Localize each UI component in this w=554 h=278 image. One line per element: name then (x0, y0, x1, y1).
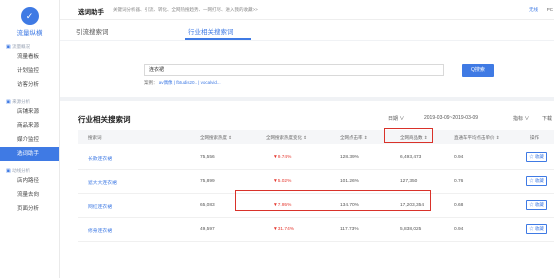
tab-traffic-keywords[interactable]: 引流搜索词 (76, 26, 109, 36)
goods-cell: 127,350 (400, 179, 418, 184)
sidebar-item[interactable]: 媒介监控 (0, 133, 59, 147)
sidebar-item[interactable]: 商品来源 (0, 119, 59, 133)
active-tab-indicator (185, 38, 251, 40)
col-heat-change[interactable]: 全网搜索热度变化 ⇕ (266, 135, 307, 141)
page-subtitle[interactable]: 关键词分析器、引流、转化、全网热搜趋势、一网打尽、进入我的收藏>> (113, 7, 258, 13)
ctr-cell: 117.73% (340, 227, 359, 232)
date-select[interactable]: 日期 ∨ (388, 115, 404, 122)
app-logo-icon[interactable]: ✓ (20, 7, 39, 25)
sidebar-group-label: 流量概况 (12, 44, 31, 49)
goods-cell: 6,493,473 (400, 155, 422, 160)
col-keyword: 搜索词 (88, 135, 102, 140)
col-search-heat[interactable]: 全网搜索热度 ⇕ (200, 135, 232, 141)
keyword-cell[interactable]: 修身连衣裙 (88, 227, 112, 234)
col-ctr[interactable]: 全网点击率 ⇕ (340, 135, 368, 141)
sidebar: ✓ 流量纵横 ▣ 流量概况 流量看板 计划监控 访客分析 ▣ 来源分析 店铺来源 商品来源媒… (0, 0, 60, 278)
keyword-cell[interactable]: 遮大大连衣裙 (88, 179, 117, 186)
sidebar-item[interactable]: 流量看板 (0, 50, 59, 64)
top-bar: 选词助手 关键词分析器、引流、转化、全网热搜趋势、一网打尽、进入我的收藏>> 无… (60, 0, 554, 20)
keyword-cell[interactable]: 长款连衣裙 (88, 155, 112, 162)
sidebar-item[interactable]: 选词助手 (0, 147, 59, 161)
change-cell: ▼9.74% (273, 155, 292, 160)
sidebar-item[interactable]: 访客分析 (0, 78, 59, 92)
search-input[interactable]: 连衣裙 (144, 64, 444, 76)
heat-cell: 75,899 (200, 179, 215, 184)
sidebar-item[interactable]: 店铺来源 (0, 105, 59, 119)
mobile-switch-link[interactable]: 无线 (529, 7, 538, 13)
section-title: 行业相关搜索词 (78, 115, 131, 124)
col-action: 操作 (530, 135, 539, 140)
change-cell: ▼5.02% (273, 179, 292, 184)
examples-label: 案例： (144, 80, 158, 85)
ctr-cell: 128.39% (340, 155, 359, 160)
sidebar-item[interactable]: 店内路径 (0, 174, 59, 188)
ctr-cell: 101.26% (340, 179, 359, 184)
cpc-cell: 0.94 (454, 227, 464, 232)
example-links[interactable]: av偶像 | fbtudis20.. | vocalvid... (159, 80, 221, 85)
sidebar-group-label: 来源分析 (12, 99, 31, 104)
sidebar-item[interactable]: 流量去向 (0, 188, 59, 202)
sidebar-group-label: 动线分析 (12, 168, 31, 173)
search-button[interactable]: Q搜索 (462, 64, 494, 77)
pc-switch-link[interactable]: PC (547, 7, 553, 12)
highlight-row (235, 190, 431, 211)
col-avg-cpc[interactable]: 直通车平均点击单价 ⇕ (454, 135, 500, 141)
sidebar-item[interactable]: 页面分析 (0, 202, 59, 216)
favorite-button[interactable]: ☆ 收藏 (526, 152, 547, 162)
cpc-cell: 0.68 (454, 203, 464, 208)
change-cell: ▼31.74% (273, 227, 295, 232)
tab-industry-keywords[interactable]: 行业相关搜索词 (188, 26, 234, 36)
goods-cell: 5,838,025 (400, 227, 422, 232)
favorite-button[interactable]: ☆ 收藏 (526, 200, 547, 210)
favorite-button[interactable]: ☆ 收藏 (526, 176, 547, 186)
download-button[interactable]: 下载 (542, 115, 552, 122)
heat-cell: 75,556 (200, 155, 215, 160)
date-range[interactable]: 2019-03-09~2019-03-09 (424, 115, 478, 121)
keyword-cell[interactable]: 网红连衣裙 (88, 203, 112, 210)
tab-bar: 引流搜索词 行业相关搜索词 (60, 20, 554, 40)
highlight-goods-column (384, 128, 433, 143)
table-row: 长款连衣裙 75,556 ▼9.74% 128.39% 6,493,473 0.94 ☆ 收… (78, 146, 554, 170)
brand-name: 流量纵横 (16, 30, 43, 37)
table-row: 修身连衣裙 49,597 ▼31.74% 117.73% 5,838,025 0.94 ☆ … (78, 218, 554, 242)
heat-cell: 49,597 (200, 227, 215, 232)
table-header: 搜索词 全网搜索热度 ⇕ 全网搜索热度变化 ⇕ 全网点击率 ⇕ 全网商品数 ⇕ … (78, 130, 554, 144)
search-examples: 案例： av偶像 | fbtudis20.. | vocalvid... (144, 80, 221, 86)
heat-cell: 65,083 (200, 203, 215, 208)
page-title: 选词助手 (78, 9, 104, 16)
cpc-cell: 0.76 (454, 179, 464, 184)
metric-select[interactable]: 指标 ∨ (513, 115, 529, 122)
favorite-button[interactable]: ☆ 收藏 (526, 224, 547, 234)
sidebar-item[interactable]: 计划监控 (0, 64, 59, 78)
search-panel: 连衣裙 Q搜索 案例： av偶像 | fbtudis20.. | vocalvi… (60, 41, 554, 97)
cpc-cell: 0.94 (454, 155, 464, 160)
